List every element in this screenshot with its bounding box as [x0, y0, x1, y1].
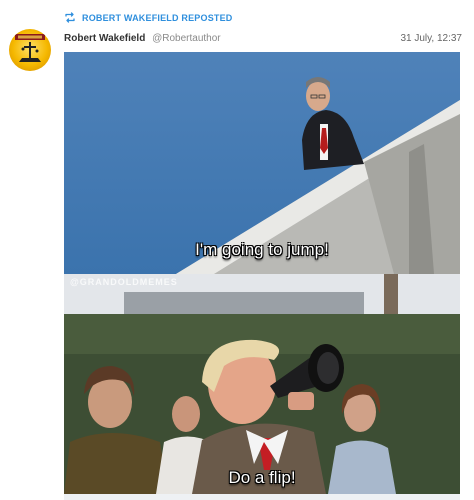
- author-name[interactable]: Robert Wakefield: [64, 33, 145, 44]
- post-image[interactable]: I'm going to jump! @GRANDOLDMEMES Do a f…: [64, 52, 460, 494]
- meme-bottom-panel: @GRANDOLDMEMES Do a flip!: [64, 274, 460, 494]
- repost-label: ROBERT WAKEFIELD REPOSTED: [82, 12, 233, 23]
- post-footer: [64, 494, 460, 500]
- repost-indicator[interactable]: ROBERT WAKEFIELD REPOSTED: [64, 12, 233, 23]
- bottom-caption: Do a flip!: [228, 468, 296, 487]
- meme-top-panel: I'm going to jump!: [64, 52, 460, 274]
- top-caption: I'm going to jump!: [195, 240, 329, 259]
- post-timestamp[interactable]: 31 July, 12:37: [400, 33, 462, 44]
- bottom-panel-scene: [64, 274, 460, 494]
- author-avatar[interactable]: [9, 29, 51, 71]
- repost-icon: [64, 12, 76, 23]
- post-header: Robert Wakefield @Robertauthor 31 July, …: [64, 33, 462, 44]
- meme-watermark: @GRANDOLDMEMES: [70, 277, 178, 287]
- author-handle[interactable]: @Robertauthor: [152, 33, 221, 44]
